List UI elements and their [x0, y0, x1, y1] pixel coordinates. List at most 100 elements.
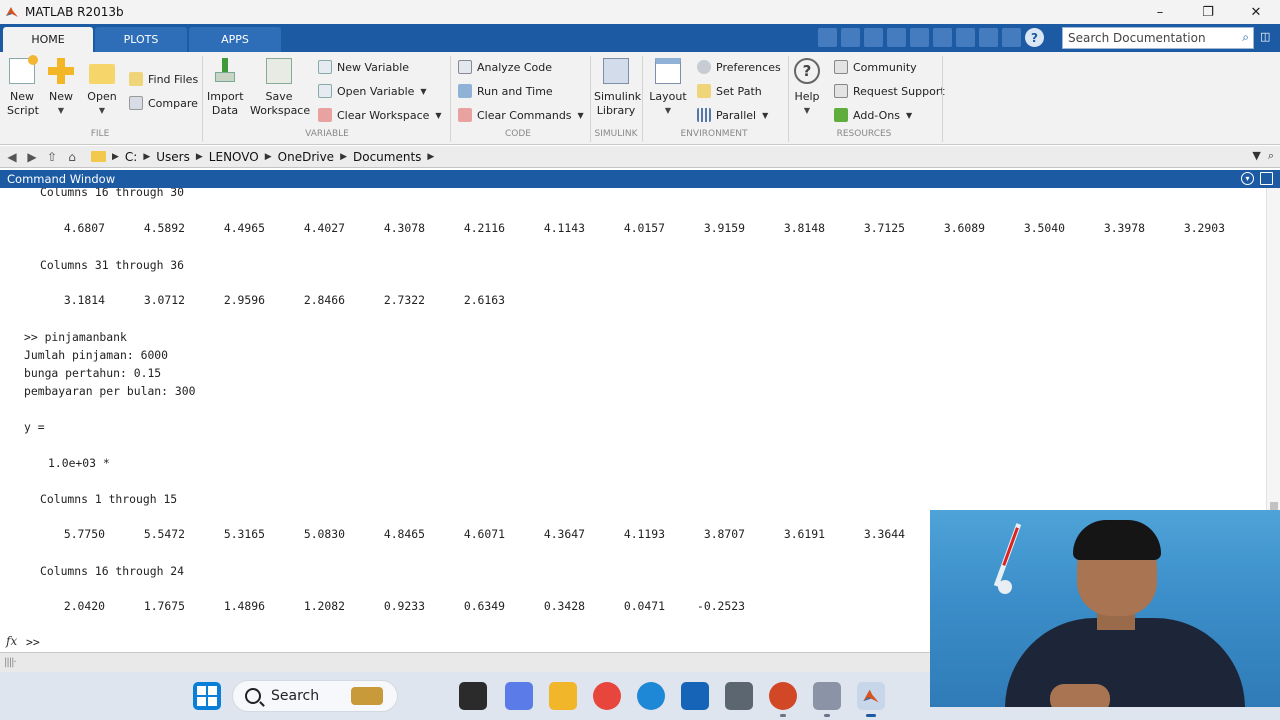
fx-icon[interactable]: fx — [6, 634, 17, 648]
active-prompt[interactable]: >> — [26, 635, 40, 649]
command-window-header: Command Window ▾ — [0, 170, 1280, 188]
breadcrumb-lenovo[interactable]: LENOVO — [209, 150, 259, 164]
search-icon[interactable]: ⌕ — [1242, 30, 1249, 45]
clear-workspace-button[interactable]: Clear Workspace ▼ — [318, 106, 442, 124]
new-button[interactable]: New ▼ — [47, 58, 75, 118]
address-dropdown-and-search-icon[interactable]: ▼ ⌕ — [1252, 149, 1274, 163]
new-variable-button[interactable]: New Variable — [318, 58, 409, 76]
status-busy-icon: ||||· — [4, 657, 17, 668]
open-variable-button[interactable]: Open Variable ▼ — [318, 82, 427, 100]
add-ons-button[interactable]: Add-Ons ▼ — [834, 106, 912, 124]
output-value: 3.3978 — [1103, 221, 1145, 235]
browse-folder-icon[interactable]: ⌂ — [64, 149, 80, 165]
breadcrumb-separator: ▶ — [427, 151, 435, 162]
layout-button[interactable]: Layout ▼ — [648, 58, 688, 118]
run-and-time-button[interactable]: Run and Time — [458, 82, 553, 100]
paste-icon[interactable] — [910, 28, 929, 47]
save-workspace-button[interactable]: Save Workspace — [250, 58, 311, 118]
search-placeholder: Search Documentation — [1068, 31, 1206, 45]
output-value: 5.7750 — [63, 527, 105, 541]
powerpoint-icon[interactable] — [769, 682, 797, 710]
forward-arrow-icon[interactable]: ▶ — [24, 149, 40, 165]
maximize-button[interactable]: ❐ — [1184, 0, 1232, 24]
chevron-down-icon: ▼ — [435, 110, 442, 120]
open-label: Open — [87, 90, 117, 103]
quick-access-toolbar: ? — [818, 28, 1044, 47]
save-workspace-icon — [266, 58, 292, 84]
undock-icon[interactable] — [1260, 172, 1273, 185]
redo-icon[interactable] — [956, 28, 975, 47]
clear-commands-button[interactable]: Clear Commands ▼ — [458, 106, 584, 124]
save-label-2: Workspace — [250, 104, 311, 117]
minimize-button[interactable]: – — [1136, 0, 1184, 24]
tab-apps[interactable]: APPS — [189, 27, 281, 52]
search-documentation-input[interactable]: Search Documentation ⌕ — [1062, 27, 1254, 49]
community-button[interactable]: Community — [834, 58, 917, 76]
output-value: 3.8148 — [783, 221, 825, 235]
output-value: 3.0712 — [143, 293, 185, 307]
copy-icon[interactable] — [887, 28, 906, 47]
compare-button[interactable]: Compare — [129, 94, 198, 112]
snipping-tool-icon[interactable] — [813, 682, 841, 710]
breadcrumb-onedrive[interactable]: OneDrive — [278, 150, 334, 164]
output-value: 2.8466 — [303, 293, 345, 307]
cut-icon[interactable] — [864, 28, 883, 47]
analyze-code-button[interactable]: Analyze Code — [458, 58, 552, 76]
group-divider — [590, 56, 591, 142]
chevron-down-icon: ▼ — [57, 106, 65, 115]
camera-icon[interactable] — [725, 682, 753, 710]
chevron-down-icon: ▼ — [803, 106, 811, 115]
command-window-title: Command Window — [7, 172, 116, 186]
open-variable-label: Open Variable — [337, 84, 415, 98]
simulink-library-button[interactable]: Simulink Library — [594, 58, 641, 118]
clear-commands-label: Clear Commands — [477, 108, 572, 122]
sidebar-icon[interactable] — [1002, 28, 1021, 47]
undo-icon[interactable] — [933, 28, 952, 47]
breadcrumb-drive[interactable]: C: — [125, 150, 137, 164]
breadcrumb-documents[interactable]: Documents — [353, 150, 421, 164]
output-value: 3.1814 — [63, 293, 105, 307]
breadcrumb-separator: ▶ — [112, 151, 119, 162]
taskbar-search-box[interactable]: Search — [232, 680, 398, 712]
help-button[interactable]: ? Help ▼ — [794, 58, 820, 118]
store-icon[interactable] — [681, 682, 709, 710]
output-value: 2.9596 — [223, 293, 265, 307]
request-support-button[interactable]: Request Support — [834, 82, 945, 100]
run-icon[interactable] — [818, 28, 837, 47]
panel-actions-icon[interactable]: ▾ — [1241, 172, 1254, 185]
tab-plots[interactable]: PLOTS — [95, 27, 187, 52]
windows-start-icon[interactable] — [193, 682, 221, 710]
task-view-icon[interactable] — [459, 682, 487, 710]
preferences-button[interactable]: Preferences — [697, 58, 781, 76]
chrome-icon[interactable] — [593, 682, 621, 710]
file-explorer-icon[interactable] — [549, 682, 577, 710]
help-icon[interactable]: ? — [1025, 28, 1044, 47]
tab-home[interactable]: HOME — [3, 27, 93, 52]
edge-icon[interactable] — [637, 682, 665, 710]
parallel-button[interactable]: Parallel ▼ — [697, 106, 768, 124]
set-path-button[interactable]: Set Path — [697, 82, 762, 100]
new-script-button[interactable]: New Script — [7, 55, 39, 118]
open-button[interactable]: Open ▼ — [87, 58, 117, 118]
chevron-down-icon: ▼ — [577, 110, 584, 120]
compare-icon — [129, 96, 143, 110]
output-value: 0.9233 — [383, 599, 425, 613]
find-files-button[interactable]: Find Files — [129, 70, 198, 88]
copilot-icon[interactable] — [505, 682, 533, 710]
open-variable-icon — [318, 84, 332, 98]
group-divider — [642, 56, 643, 142]
switch-windows-icon[interactable] — [979, 28, 998, 47]
import-data-button[interactable]: Import Data — [207, 58, 244, 118]
clear-workspace-label: Clear Workspace — [337, 108, 430, 122]
close-button[interactable]: ✕ — [1232, 0, 1280, 24]
new-label: New — [49, 90, 73, 103]
matlab-taskbar-icon[interactable] — [857, 682, 885, 710]
expand-ribbon-icon[interactable]: ◫ — [1260, 30, 1270, 43]
breadcrumb-users[interactable]: Users — [156, 150, 190, 164]
back-arrow-icon[interactable]: ◀ — [4, 149, 20, 165]
save-icon[interactable] — [841, 28, 860, 47]
output-value: 4.3078 — [383, 221, 425, 235]
up-folder-icon[interactable]: ⇧ — [44, 149, 60, 165]
request-support-icon — [834, 84, 848, 98]
clear-workspace-icon — [318, 108, 332, 122]
